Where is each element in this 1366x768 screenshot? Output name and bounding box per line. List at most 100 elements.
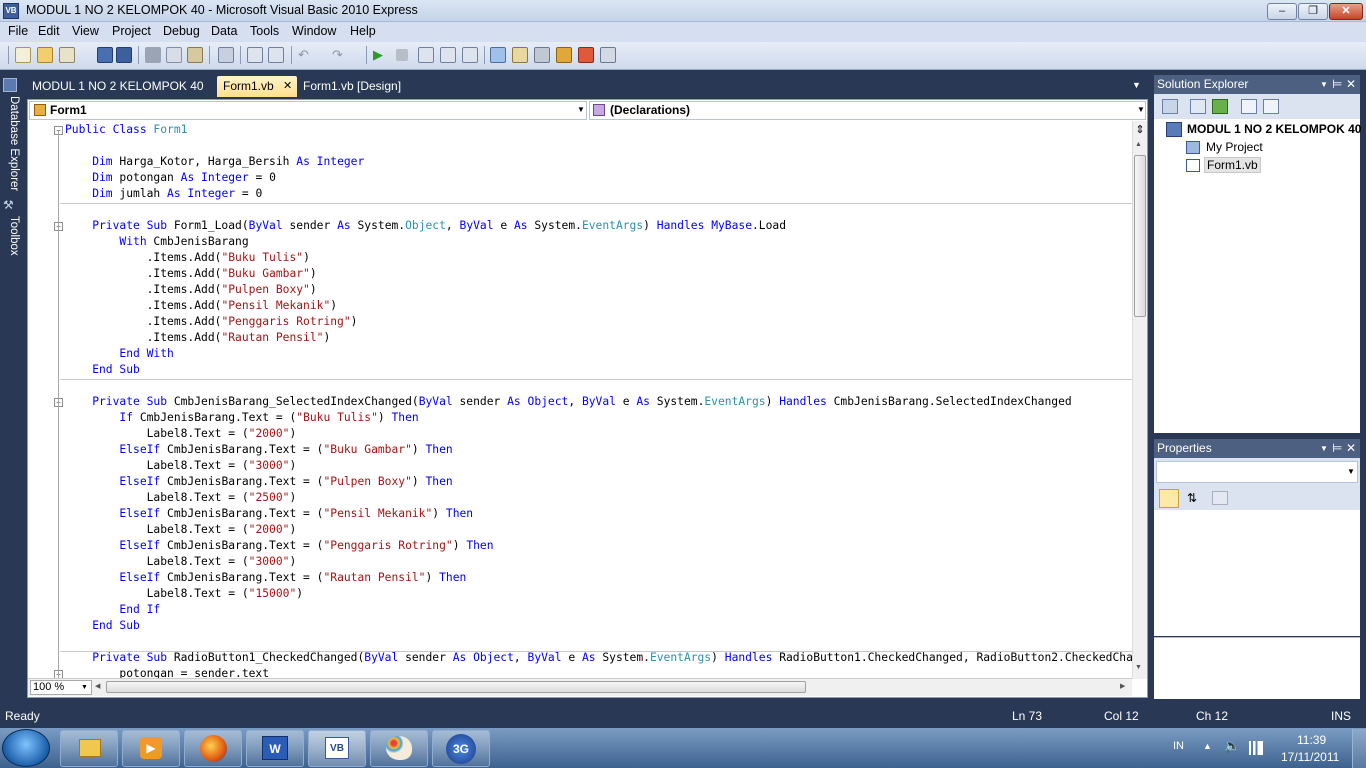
taskbar-visual-basic[interactable]: VB xyxy=(308,730,366,767)
toolbox-tab[interactable]: Toolbox xyxy=(2,216,20,264)
save-icon[interactable] xyxy=(97,47,113,63)
code-area[interactable]: Public Class Form1 Dim Harga_Kotor, Harg… xyxy=(28,121,1132,679)
class-dropdown[interactable] xyxy=(29,101,587,120)
code-line[interactable]: .Items.Add("Rautan Pensil") xyxy=(65,330,331,346)
tree-item-form1[interactable]: Form1.vb xyxy=(1204,157,1261,173)
tree-item-my-project[interactable]: My Project xyxy=(1206,140,1263,154)
view-code-icon[interactable] xyxy=(1241,99,1257,114)
menu-help[interactable]: Help xyxy=(350,24,376,38)
tree-project[interactable]: MODUL 1 NO 2 KELOMPOK 40 xyxy=(1187,122,1361,136)
show-hidden-icons[interactable]: ▲ xyxy=(1203,741,1212,751)
code-line[interactable]: Label8.Text = ("15000") xyxy=(65,586,303,602)
paste-icon[interactable] xyxy=(187,47,203,63)
split-handle-icon[interactable]: ⇕ xyxy=(1133,123,1147,137)
menu-edit[interactable]: Edit xyxy=(38,24,60,38)
vertical-scroll-thumb[interactable] xyxy=(1134,155,1146,317)
code-line[interactable]: Label8.Text = ("3000") xyxy=(65,458,297,474)
undo-icon[interactable]: ↶ xyxy=(298,47,314,63)
close-tab-icon[interactable]: ✕ xyxy=(283,76,292,96)
code-line[interactable]: Dim jumlah As Integer = 0 xyxy=(65,186,262,202)
code-line[interactable]: Label8.Text = ("2500") xyxy=(65,490,297,506)
horizontal-scroll-thumb[interactable] xyxy=(106,681,806,693)
categorized-icon[interactable] xyxy=(1159,489,1179,508)
error-list-icon[interactable] xyxy=(578,47,594,63)
add-item-icon[interactable] xyxy=(59,47,75,63)
close-pane-icon[interactable]: ✕ xyxy=(1346,75,1356,94)
show-all-files-icon[interactable] xyxy=(1190,99,1206,114)
solution-explorer-icon[interactable] xyxy=(490,47,506,63)
step-out-icon[interactable] xyxy=(462,47,478,63)
code-line[interactable]: Private Sub RadioButton1_CheckedChanged(… xyxy=(65,650,1132,666)
code-line[interactable]: .Items.Add("Buku Gambar") xyxy=(65,266,317,282)
tab-dropdown-icon[interactable]: ▼ xyxy=(1132,80,1141,90)
code-line[interactable]: Private Sub Form1_Load(ByVal sender As S… xyxy=(65,218,786,234)
language-indicator[interactable]: IN xyxy=(1173,740,1184,752)
code-line[interactable]: Dim potongan As Integer = 0 xyxy=(65,170,276,186)
code-line[interactable]: .Items.Add("Pulpen Boxy") xyxy=(65,282,317,298)
menu-tools[interactable]: Tools xyxy=(250,24,279,38)
menu-file[interactable]: File xyxy=(8,24,28,38)
zoom-dropdown[interactable]: 100 % ▼ xyxy=(30,680,92,695)
copy-icon[interactable] xyxy=(166,47,182,63)
stop-debugging-icon[interactable] xyxy=(396,49,408,61)
code-line[interactable]: .Items.Add("Pensil Mekanik") xyxy=(65,298,337,314)
code-line[interactable]: .Items.Add("Penggaris Rotring") xyxy=(65,314,358,330)
menu-data[interactable]: Data xyxy=(211,24,237,38)
pane-menu-icon[interactable]: ▼ xyxy=(1320,439,1328,458)
code-line[interactable]: With CmbJenisBarang xyxy=(65,234,248,250)
cut-icon[interactable] xyxy=(145,47,161,63)
code-line[interactable]: End With xyxy=(65,346,173,362)
code-line[interactable]: ElseIf CmbJenisBarang.Text = ("Rautan Pe… xyxy=(65,570,466,586)
minimize-button[interactable]: – xyxy=(1267,3,1297,20)
find-icon[interactable] xyxy=(218,47,234,63)
property-pages-icon[interactable] xyxy=(1212,491,1228,505)
taskbar-word[interactable]: W xyxy=(246,730,304,767)
taskbar-explorer[interactable] xyxy=(60,730,118,767)
start-debugging-icon[interactable]: ▶ xyxy=(373,47,389,63)
chevron-down-icon[interactable]: ▼ xyxy=(577,105,585,114)
code-line[interactable]: End Sub xyxy=(65,618,140,634)
code-line[interactable]: End Sub xyxy=(65,362,140,378)
toolbox-icon[interactable] xyxy=(534,47,550,63)
code-line[interactable]: ElseIf CmbJenisBarang.Text = ("Pulpen Bo… xyxy=(65,474,452,490)
new-project-icon[interactable] xyxy=(15,47,31,63)
taskbar-paint[interactable] xyxy=(370,730,428,767)
step-into-icon[interactable] xyxy=(418,47,434,63)
code-line[interactable]: ElseIf CmbJenisBarang.Text = ("Pensil Me… xyxy=(65,506,473,522)
output-window-icon[interactable] xyxy=(600,47,616,63)
tab-form1-design[interactable]: Form1.vb [Design] xyxy=(297,76,407,97)
close-pane-icon[interactable]: ✕ xyxy=(1346,439,1356,458)
code-line[interactable]: If CmbJenisBarang.Text = ("Buku Tulis") … xyxy=(65,410,418,426)
scroll-up-icon[interactable]: ▲ xyxy=(1135,141,1142,148)
code-line[interactable]: End If xyxy=(65,602,160,618)
chevron-down-icon[interactable]: ▼ xyxy=(1137,105,1145,114)
scroll-right-icon[interactable]: ▶ xyxy=(1120,682,1125,690)
properties-window-icon[interactable] xyxy=(512,47,528,63)
clock-time[interactable]: 11:39 xyxy=(1297,733,1326,747)
code-line[interactable]: Dim Harga_Kotor, Harga_Bersih As Integer xyxy=(65,154,364,170)
properties-grid[interactable] xyxy=(1154,510,1360,636)
taskbar-media-player[interactable]: ▶ xyxy=(122,730,180,767)
step-over-icon[interactable] xyxy=(440,47,456,63)
menu-view[interactable]: View xyxy=(72,24,99,38)
code-line[interactable]: ElseIf CmbJenisBarang.Text = ("Buku Gamb… xyxy=(65,442,452,458)
tab-project[interactable]: MODUL 1 NO 2 KELOMPOK 40 xyxy=(26,76,210,97)
code-line[interactable]: ElseIf CmbJenisBarang.Text = ("Penggaris… xyxy=(65,538,493,554)
code-line[interactable]: Label8.Text = ("3000") xyxy=(65,554,297,570)
save-all-icon[interactable] xyxy=(116,47,132,63)
network-signal-icon[interactable] xyxy=(1249,741,1263,755)
menu-project[interactable]: Project xyxy=(112,24,151,38)
show-desktop-button[interactable] xyxy=(1352,729,1366,768)
menu-debug[interactable]: Debug xyxy=(163,24,200,38)
menu-window[interactable]: Window xyxy=(292,24,336,38)
database-explorer-tab[interactable]: Database Explorer xyxy=(2,96,20,192)
tab-form1-vb[interactable]: Form1.vb ✕ xyxy=(217,76,297,97)
open-file-icon[interactable] xyxy=(37,47,53,63)
properties-icon[interactable] xyxy=(1162,99,1178,114)
uncomment-icon[interactable] xyxy=(268,47,284,63)
close-button[interactable]: ✕ xyxy=(1329,3,1363,20)
code-line[interactable]: Label8.Text = ("2000") xyxy=(65,426,297,442)
view-designer-icon[interactable] xyxy=(1263,99,1279,114)
redo-icon[interactable]: ↷ xyxy=(332,47,348,63)
vb-app-icon[interactable]: VB xyxy=(3,3,19,19)
